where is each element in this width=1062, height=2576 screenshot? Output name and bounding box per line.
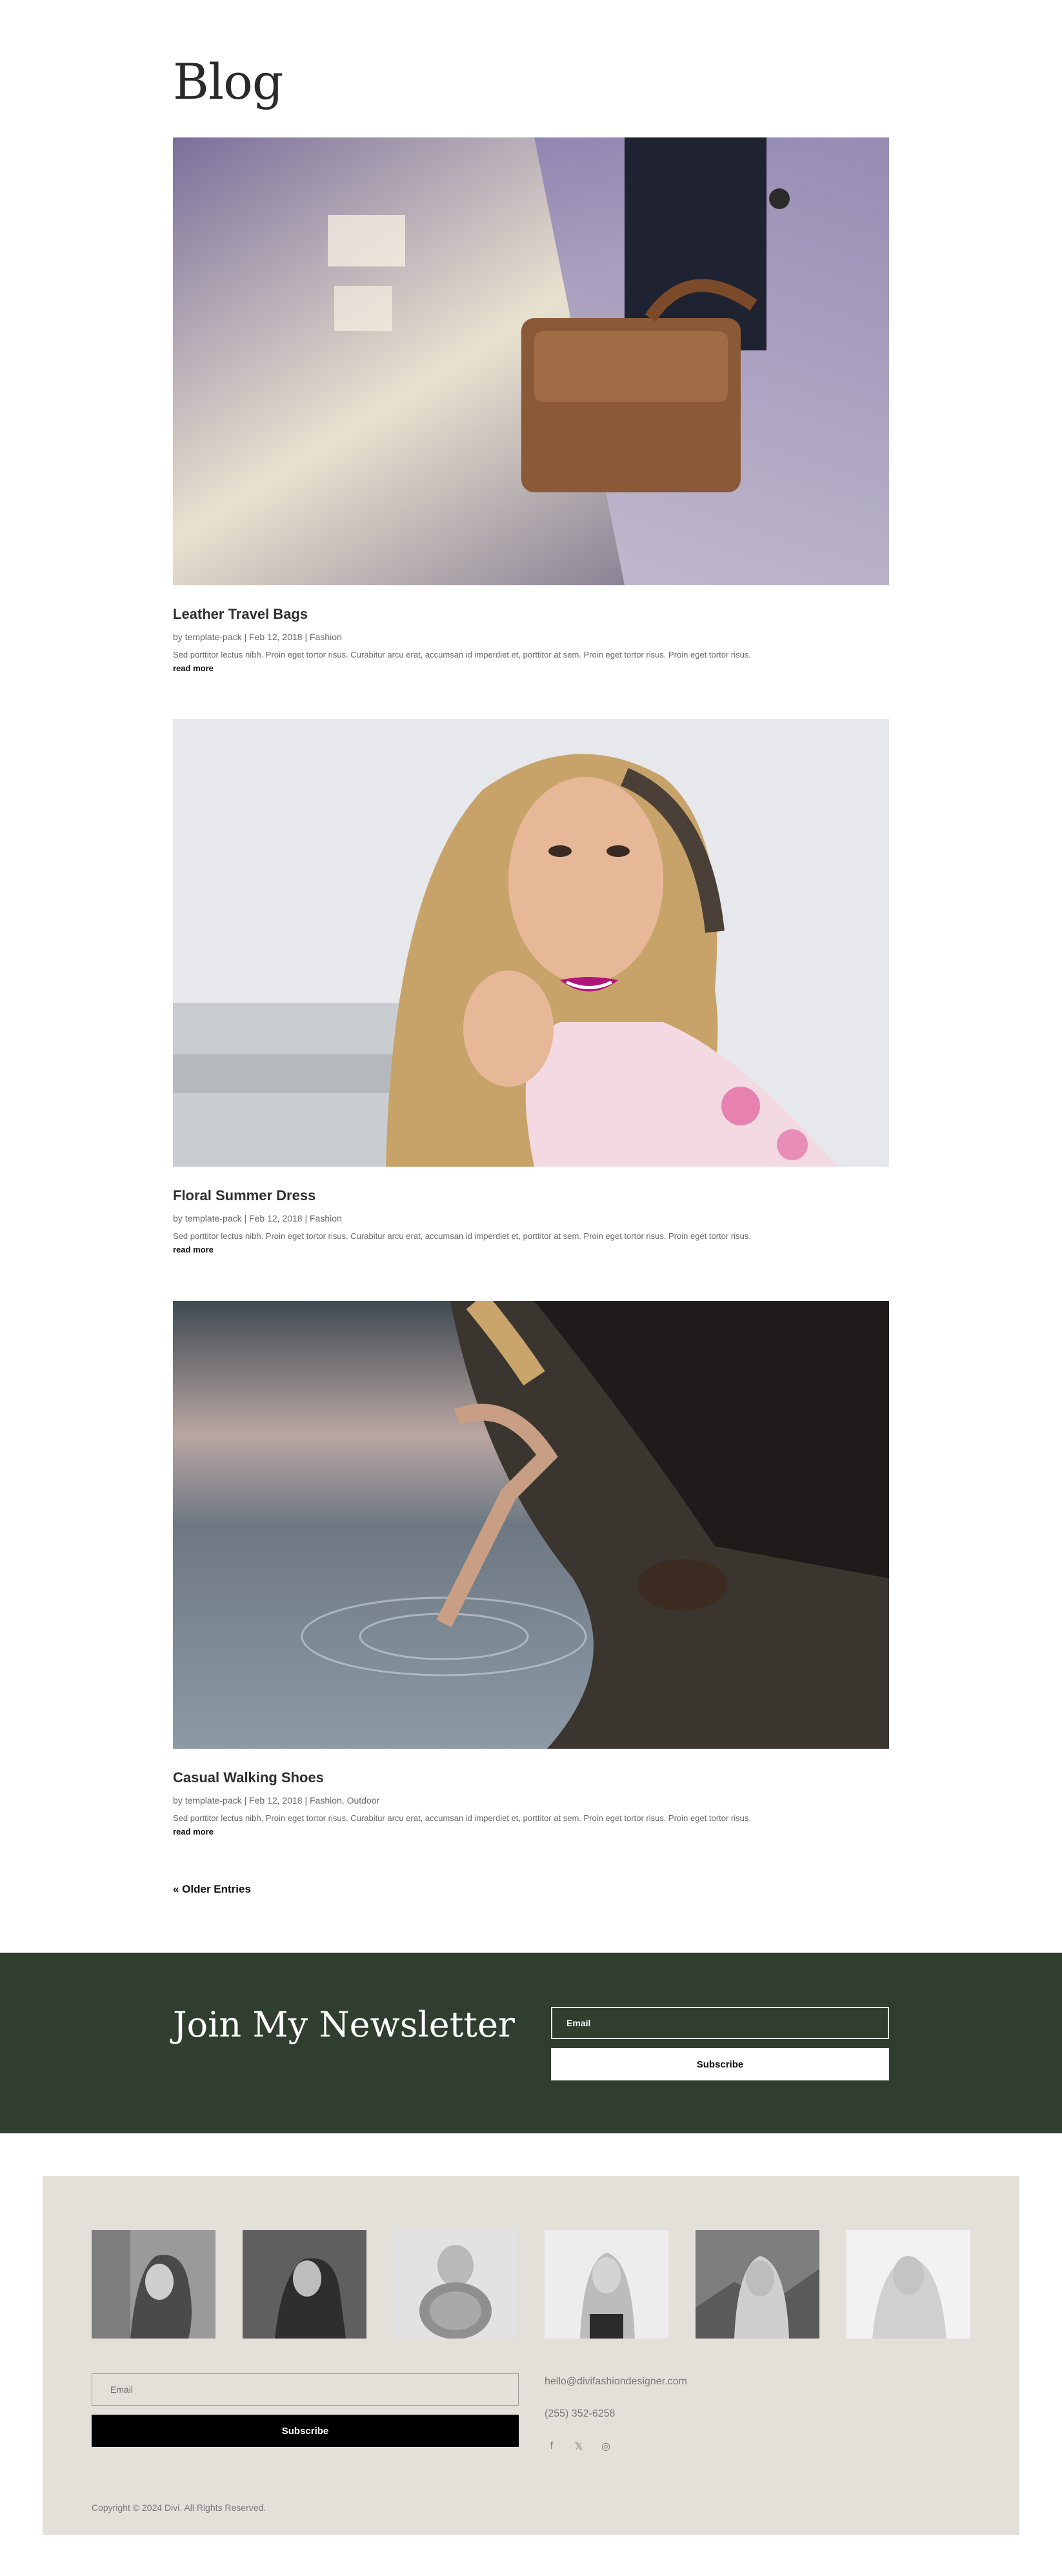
post-title[interactable]: Leather Travel Bags [173,606,889,623]
contact-email-link[interactable]: hello@divifashiondesigner.com [545,2376,687,2388]
post-featured-image[interactable] [173,1301,889,1749]
blog-post: Floral Summer Dress by template-pack | F… [173,719,889,1256]
post-author[interactable]: template-pack [185,1795,242,1806]
post-categories[interactable]: Fashion [310,1213,342,1223]
post-author[interactable]: template-pack [185,632,242,642]
social-links: f 𝕏 ◎ [545,2439,613,2453]
instagram-icon[interactable]: ◎ [599,2439,613,2453]
post-featured-image[interactable] [173,719,889,1167]
gallery-image[interactable] [545,2230,668,2339]
x-twitter-icon[interactable]: 𝕏 [572,2439,586,2453]
post-excerpt: Sed porttitor lectus nibh. Proin eget to… [173,1231,751,1241]
post-meta: by template-pack | Feb 12, 2018 | Fashio… [173,632,342,642]
newsletter-title: Join My Newsletter [173,2004,515,2045]
post-categories[interactable]: Fashion [310,632,342,642]
post-date: Feb 12, 2018 [249,1213,303,1223]
post-featured-image[interactable] [173,137,889,585]
read-more-link[interactable]: read more [173,663,214,673]
portrait-photo [92,2230,215,2339]
leather-bag-photo [173,137,889,585]
read-more-link[interactable]: read more [173,1245,214,1254]
footer-subscribe-button[interactable]: Subscribe [92,2415,519,2447]
post-author-prefix: by [173,1213,185,1223]
copyright-text: Copyright © 2024 Divi. All Rights Reserv… [92,2502,266,2513]
gallery-image[interactable] [696,2230,819,2339]
newsletter-subscribe-button[interactable]: Subscribe [551,2048,889,2080]
post-author-prefix: by [173,632,185,642]
facebook-icon[interactable]: f [545,2439,559,2453]
post-date: Feb 12, 2018 [249,632,303,642]
gallery-image[interactable] [847,2230,970,2339]
portrait-photo [243,2230,366,2339]
blog-post: Leather Travel Bags by template-pack | F… [173,137,889,674]
post-meta: by template-pack | Feb 12, 2018 | Fashio… [173,1795,380,1806]
woman-by-water-photo [173,1301,889,1749]
gallery-image[interactable] [394,2230,517,2339]
footer-email-input[interactable] [92,2373,519,2406]
portrait-photo [696,2230,819,2339]
post-title[interactable]: Floral Summer Dress [173,1187,889,1204]
post-categories[interactable]: Fashion, Outdoor [310,1795,379,1806]
post-meta: by template-pack | Feb 12, 2018 | Fashio… [173,1213,342,1223]
older-entries-link[interactable]: « Older Entries [173,1883,251,1896]
portrait-photo [545,2230,668,2339]
instagram-gallery [92,2230,970,2339]
contact-phone: (255) 352-6258 [545,2408,616,2419]
page-title: Blog [173,53,284,110]
post-author[interactable]: template-pack [185,1213,242,1223]
post-excerpt: Sed porttitor lectus nibh. Proin eget to… [173,650,751,659]
gallery-image[interactable] [243,2230,366,2339]
read-more-link[interactable]: read more [173,1827,214,1836]
gallery-image[interactable] [92,2230,215,2339]
post-author-prefix: by [173,1795,185,1806]
newsletter-email-input[interactable] [551,2007,889,2039]
smiling-woman-photo [173,719,889,1167]
post-title[interactable]: Casual Walking Shoes [173,1769,889,1786]
portrait-photo [394,2230,517,2339]
portrait-photo [847,2230,970,2339]
post-excerpt: Sed porttitor lectus nibh. Proin eget to… [173,1813,751,1823]
post-date: Feb 12, 2018 [249,1795,303,1806]
blog-post: Casual Walking Shoes by template-pack | … [173,1301,889,1838]
newsletter-section: Join My Newsletter Subscribe [0,1953,1062,2133]
footer: Subscribe hello@divifashiondesigner.com … [43,2176,1019,2535]
